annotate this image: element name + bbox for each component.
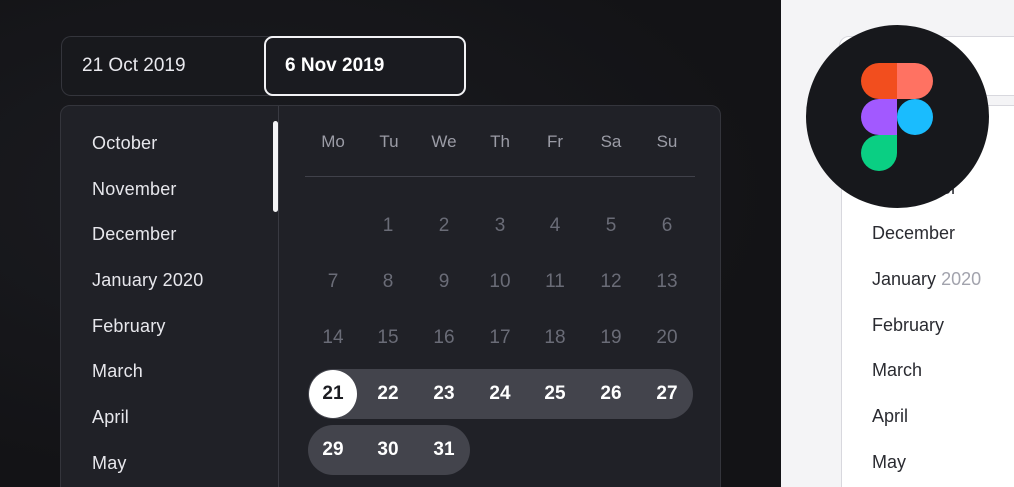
day-cell[interactable]: 15: [364, 314, 412, 362]
day-cell-in-range[interactable]: 31: [420, 426, 468, 474]
day-cell[interactable]: 6: [643, 202, 691, 250]
day-cell[interactable]: 2: [420, 202, 468, 250]
weekday-su: Su: [656, 132, 678, 151]
month-item-november[interactable]: November: [92, 177, 177, 201]
end-date-value: 6 Nov 2019: [285, 55, 385, 76]
month-list: October November December January 2020 F…: [61, 106, 279, 487]
day-cell[interactable]: 5: [587, 202, 635, 250]
day-cell[interactable]: 10: [476, 258, 524, 306]
day-cell-in-range[interactable]: 25: [531, 370, 579, 418]
day-cell-range-start[interactable]: 21: [309, 370, 357, 418]
month-item-january-2020[interactable]: January 2020: [92, 268, 203, 292]
month-item-october[interactable]: October: [92, 131, 157, 155]
dark-date-picker: 21 Oct 2019 6 Nov 2019 October November …: [0, 0, 781, 487]
weekday-th: Th: [490, 132, 510, 151]
day-cell[interactable]: 14: [309, 314, 357, 362]
light-month-year: 2020: [941, 269, 982, 289]
light-month-item-march[interactable]: March: [872, 358, 922, 382]
day-cell[interactable]: 4: [531, 202, 579, 250]
weekday-tu: Tu: [379, 132, 399, 151]
day-cell-in-range[interactable]: 27: [643, 370, 691, 418]
calendar-grid: Mo Tu We Th Fr Sa Su 1 2 3 4 5 6 7 8 9 1…: [280, 106, 720, 487]
day-cell-in-range[interactable]: 24: [476, 370, 524, 418]
weekday-divider: [305, 176, 695, 177]
day-cell[interactable]: 16: [420, 314, 468, 362]
day-cell[interactable]: 1: [364, 202, 412, 250]
day-cell-in-range[interactable]: 26: [587, 370, 635, 418]
figma-logo-icon: [861, 63, 933, 171]
light-month-label: January: [872, 269, 937, 289]
day-cell-in-range[interactable]: 29: [309, 426, 357, 474]
day-cell-in-range[interactable]: 23: [420, 370, 468, 418]
weekday-we: We: [431, 132, 457, 151]
day-cell-in-range[interactable]: 22: [364, 370, 412, 418]
light-month-item-december[interactable]: December: [872, 221, 955, 245]
light-month-item-february[interactable]: February: [872, 313, 944, 337]
weekday-sa: Sa: [600, 132, 622, 151]
day-cell[interactable]: 17: [476, 314, 524, 362]
day-cell[interactable]: 11: [531, 258, 579, 306]
day-cell[interactable]: 20: [643, 314, 691, 362]
day-cell[interactable]: 8: [364, 258, 412, 306]
month-item-may[interactable]: May: [92, 451, 127, 475]
day-cell[interactable]: 3: [476, 202, 524, 250]
day-cell[interactable]: 18: [531, 314, 579, 362]
logo-badge: [806, 25, 989, 208]
light-month-item-may[interactable]: May: [872, 450, 906, 474]
day-cell[interactable]: 12: [587, 258, 635, 306]
day-cell[interactable]: 7: [309, 258, 357, 306]
month-item-february[interactable]: February: [92, 314, 166, 338]
month-scroll-indicator[interactable]: [273, 121, 278, 212]
start-date-value: 21 Oct 2019: [82, 55, 186, 76]
month-item-april[interactable]: April: [92, 405, 129, 429]
light-month-item-april[interactable]: April: [872, 404, 908, 428]
weekday-fr: Fr: [546, 132, 564, 151]
day-cell[interactable]: 13: [643, 258, 691, 306]
end-date-input[interactable]: 6 Nov 2019: [264, 36, 466, 96]
day-cell[interactable]: 19: [587, 314, 635, 362]
day-cell[interactable]: 9: [420, 258, 468, 306]
light-month-item-january-2020[interactable]: January 2020: [872, 267, 981, 291]
calendar-dropdown: October November December January 2020 F…: [60, 105, 721, 487]
day-cell-in-range[interactable]: 30: [364, 426, 412, 474]
month-item-december[interactable]: December: [92, 222, 177, 246]
weekday-mo: Mo: [321, 132, 345, 151]
month-item-march[interactable]: March: [92, 359, 143, 383]
